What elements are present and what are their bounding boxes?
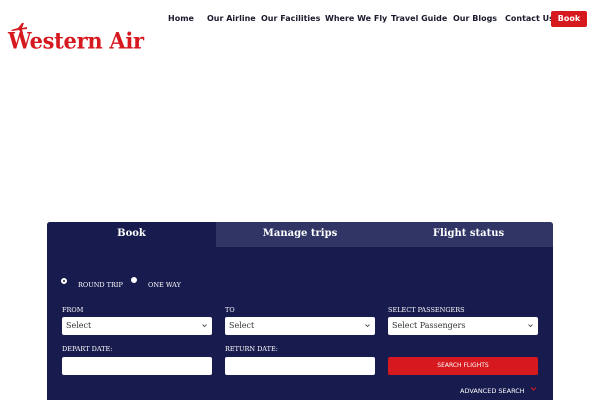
brand-name: Western Air [8, 27, 144, 54]
advanced-search-link[interactable]: ADVANCED SEARCH [460, 387, 537, 397]
depart-date-input[interactable] [62, 357, 212, 375]
depart-date-label: DEPART DATE: [62, 345, 113, 353]
from-select-value: Select [66, 321, 92, 330]
tab-flight-status[interactable]: Flight status [384, 222, 553, 247]
main-nav: Home Our Airline Our Facilities Where We… [0, 11, 600, 27]
nav-our-airline[interactable]: Our Airline [207, 11, 256, 27]
one-way-radio[interactable] [131, 277, 137, 283]
round-trip-label[interactable]: ROUND TRIP [78, 281, 123, 289]
nav-our-blogs[interactable]: Our Blogs [453, 11, 497, 27]
nav-contact-us[interactable]: Contact Us [505, 11, 554, 27]
passengers-label: SELECT PASSENGERS [388, 306, 465, 314]
nav-our-facilities[interactable]: Our Facilities [261, 11, 320, 27]
advanced-search-label: ADVANCED SEARCH [460, 387, 525, 395]
tab-manage-trips[interactable]: Manage trips [216, 222, 384, 247]
passengers-select-value: Select Passengers [392, 321, 466, 330]
to-label: TO [225, 306, 235, 314]
booking-panel: Book Manage trips Flight status ROUND TR… [47, 222, 553, 400]
from-select[interactable]: Select [62, 317, 212, 335]
return-date-label: RETURN DATE: [225, 345, 278, 353]
book-button[interactable]: Book [551, 11, 587, 27]
to-select[interactable]: Select [225, 317, 375, 335]
nav-home[interactable]: Home [168, 11, 194, 27]
chevron-down-icon [365, 324, 370, 328]
to-select-value: Select [229, 321, 255, 330]
booking-tabs: Book Manage trips Flight status [47, 222, 553, 247]
nav-where-we-fly[interactable]: Where We Fly [325, 11, 387, 27]
tab-book[interactable]: Book [47, 222, 216, 247]
passengers-select[interactable]: Select Passengers [388, 317, 538, 335]
chevron-down-icon [530, 387, 537, 391]
chevron-down-icon [202, 324, 207, 328]
round-trip-radio[interactable] [61, 278, 67, 284]
search-flights-button[interactable]: SEARCH FLIGHTS [388, 357, 538, 375]
from-label: FROM [62, 306, 84, 314]
one-way-label[interactable]: ONE WAY [148, 281, 181, 289]
nav-travel-guide[interactable]: Travel Guide [391, 11, 447, 27]
chevron-down-icon [528, 324, 533, 328]
return-date-input[interactable] [225, 357, 375, 375]
